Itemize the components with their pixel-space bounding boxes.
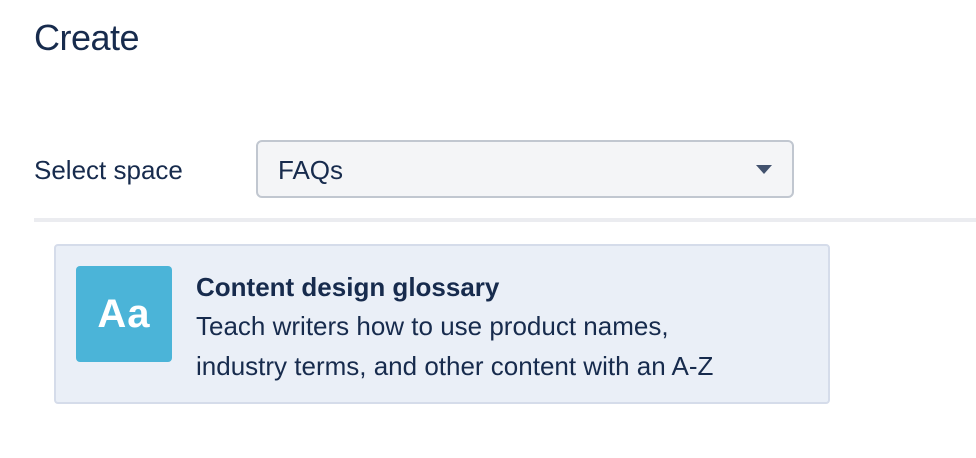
- template-title: Content design glossary: [196, 272, 500, 302]
- page-title: Create: [34, 17, 140, 58]
- glossary-icon: Aa: [76, 266, 172, 362]
- space-selector-row: Select space FAQs: [34, 140, 976, 200]
- template-description-line-2: industry terms, and other content with a…: [196, 351, 714, 381]
- glossary-icon-text: Aa: [97, 292, 151, 336]
- template-description-line-1: Teach writers how to use product names,: [196, 311, 669, 341]
- space-select[interactable]: FAQs: [256, 140, 794, 198]
- space-select-value: FAQs: [278, 155, 344, 185]
- template-card-content-design-glossary[interactable]: Aa Content design glossary Teach writers…: [54, 244, 830, 404]
- select-space-label: Select space: [34, 155, 183, 185]
- template-text: Content design glossary Teach writers ho…: [196, 268, 816, 386]
- chevron-down-icon: [756, 165, 772, 174]
- divider: [34, 218, 976, 222]
